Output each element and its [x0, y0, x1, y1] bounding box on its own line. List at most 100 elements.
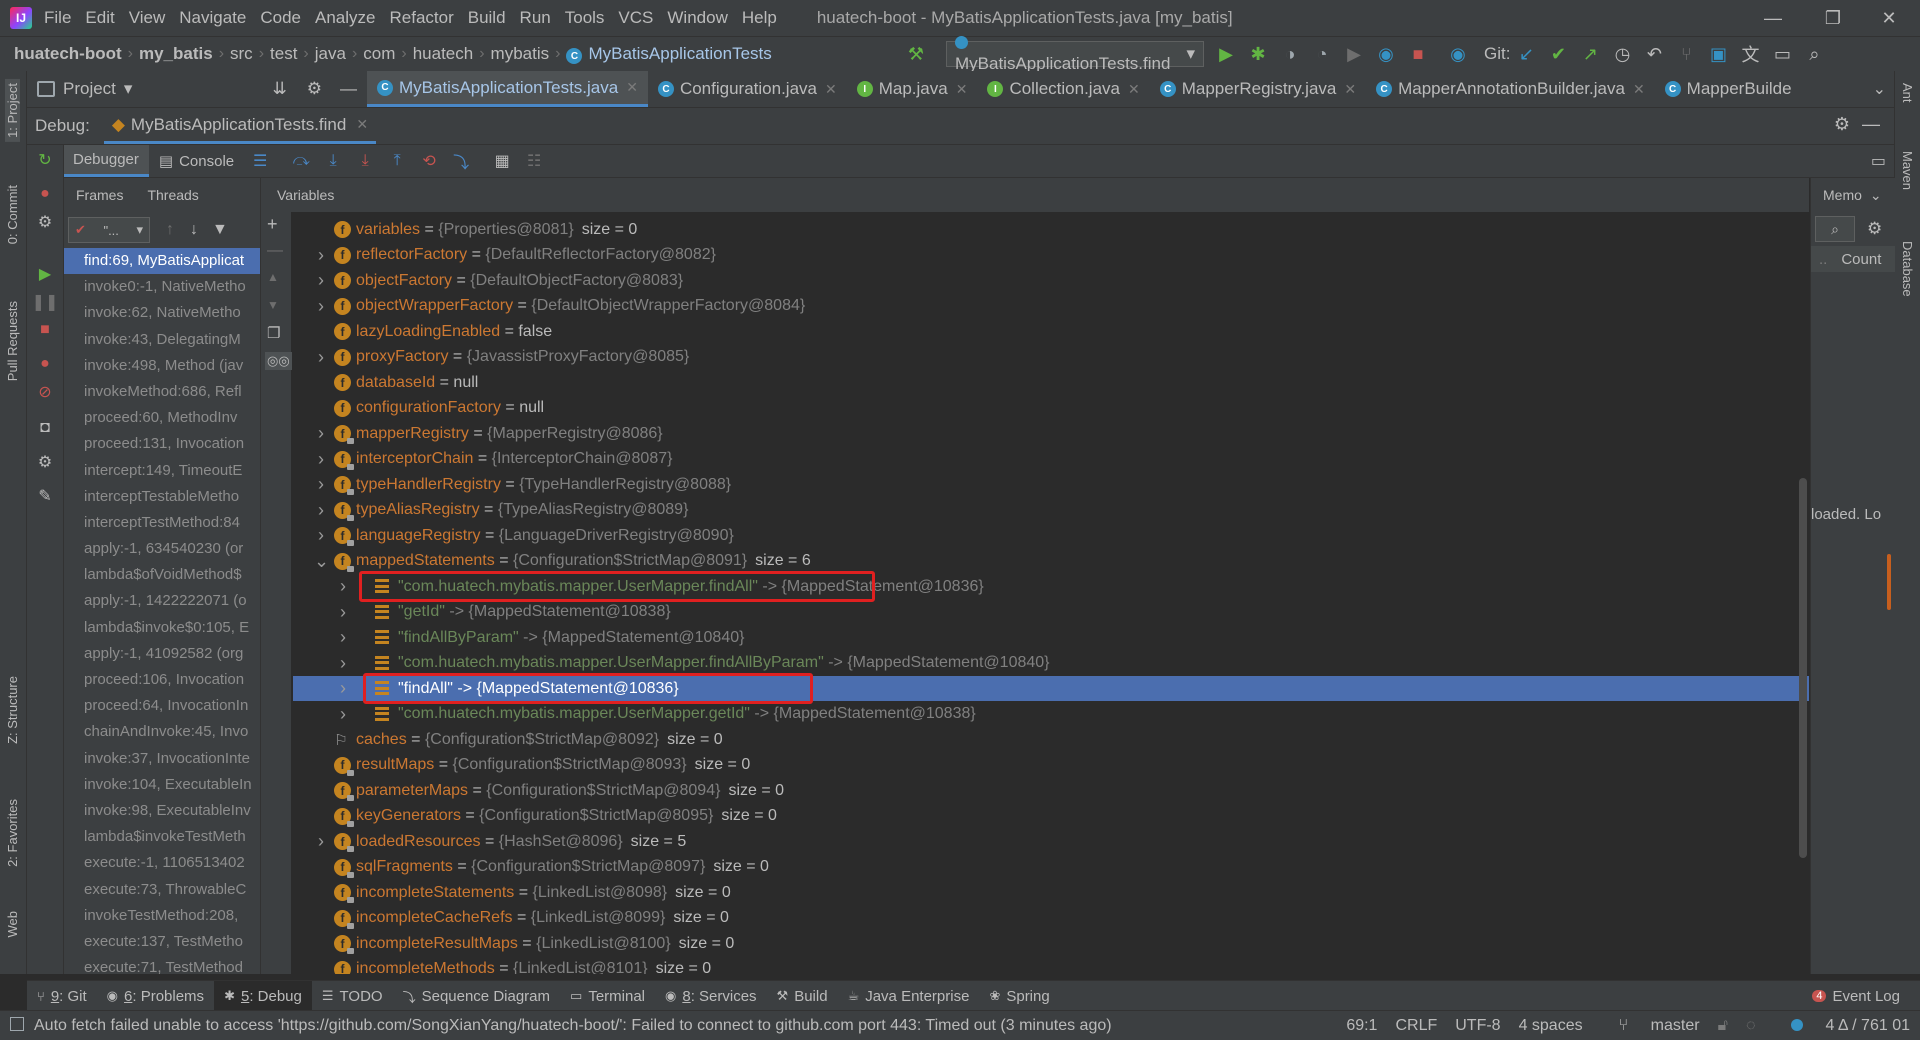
- move-up-icon[interactable]: ▲: [267, 270, 279, 284]
- bottom-tab[interactable]: ❀ Spring: [979, 981, 1059, 1011]
- frame-item[interactable]: apply:-1, 1422222071 (o: [64, 588, 260, 614]
- close-tab-icon[interactable]: ✕: [1344, 81, 1356, 98]
- frame-item[interactable]: lambda$invokeTestMeth: [64, 824, 260, 850]
- file-encoding[interactable]: UTF-8: [1455, 1017, 1500, 1035]
- expand-arrow-icon[interactable]: ›: [314, 525, 328, 546]
- expand-arrow-icon[interactable]: ›: [336, 704, 350, 725]
- variable-row[interactable]: › f typeHandlerRegistry = {TypeHandlerRegi…: [293, 472, 1809, 497]
- expand-arrow-icon[interactable]: ›: [336, 627, 350, 648]
- editor-tab[interactable]: I Collection.java ✕: [977, 71, 1149, 107]
- step-over-icon[interactable]: ⤼: [290, 150, 312, 172]
- expand-arrow-icon[interactable]: ›: [336, 576, 350, 597]
- variable-row[interactable]: › "com.huatech.mybatis.mapper.UserMapper.…: [293, 702, 1809, 727]
- add-watch-icon[interactable]: +: [267, 214, 278, 235]
- settings-icon[interactable]: ⚙: [34, 451, 56, 473]
- evaluate-expression-icon[interactable]: ▦: [491, 150, 513, 172]
- frame-item[interactable]: invoke:37, InvocationInte: [64, 746, 260, 772]
- frame-item[interactable]: apply:-1, 634540230 (or: [64, 536, 260, 562]
- breadcrumb-item[interactable]: huatech: [413, 44, 474, 64]
- help-circle-icon[interactable]: ◉: [1374, 42, 1398, 66]
- force-step-into-icon[interactable]: ⤓: [354, 150, 376, 172]
- stop-icon[interactable]: ■: [34, 319, 56, 341]
- coverage-icon[interactable]: ◑: [1278, 42, 1302, 66]
- variable-row[interactable]: › f proxyFactory = {JavassistProxyFactory@…: [293, 345, 1809, 370]
- status-toggle-icon[interactable]: [10, 1017, 24, 1031]
- frame-item[interactable]: apply:-1, 41092582 (org: [64, 641, 260, 667]
- variable-row[interactable]: ⌄ f mappedStatements = {Configuration$Stri…: [293, 549, 1809, 574]
- variables-scrollbar[interactable]: [1799, 478, 1807, 858]
- variable-row[interactable]: › f reflectorFactory = {DefaultReflectorFa…: [293, 243, 1809, 268]
- bottom-tab[interactable]: ☕ Java Enterprise: [838, 981, 980, 1011]
- variable-row[interactable]: › f languageRegistry = {LanguageDriverRegi…: [293, 523, 1809, 548]
- variable-row[interactable]: f parameterMaps = {Configuration$StrictMa…: [293, 778, 1809, 803]
- editor-tab[interactable]: I Map.java ✕: [847, 71, 978, 107]
- menu-build[interactable]: Build: [464, 8, 516, 28]
- run-icon[interactable]: ▶: [1214, 42, 1238, 66]
- variable-row[interactable]: f variables = {Properties@8081} size = 0: [293, 217, 1809, 242]
- editor-tab[interactable]: C MapperBuilde: [1655, 71, 1802, 107]
- variable-row[interactable]: › f objectFactory = {DefaultObjectFactory@…: [293, 268, 1809, 293]
- variable-row[interactable]: f incompleteCacheRefs = {LinkedList@8099}…: [293, 906, 1809, 931]
- frame-item[interactable]: lambda$ofVoidMethod$: [64, 562, 260, 588]
- project-structure-icon[interactable]: ▣: [1706, 42, 1730, 66]
- expand-arrow-icon[interactable]: ›: [336, 653, 350, 674]
- minimize-icon[interactable]: —: [1750, 0, 1796, 36]
- variable-row[interactable]: ⚐ caches = {Configuration$StrictMap@8092}…: [293, 727, 1809, 752]
- run-config-select[interactable]: MyBatisApplicationTests.find ▾: [946, 36, 1204, 73]
- bottom-tab[interactable]: ◉ 8: Services: [655, 981, 767, 1011]
- expand-arrow-icon[interactable]: ›: [314, 474, 328, 495]
- git-commit-icon[interactable]: ✔: [1546, 42, 1570, 66]
- restore-icon[interactable]: ❐: [1810, 0, 1856, 36]
- variable-row[interactable]: › "com.huatech.mybatis.mapper.UserMapper.…: [293, 651, 1809, 676]
- expand-arrow-icon[interactable]: ›: [314, 500, 328, 521]
- menu-window[interactable]: Window: [663, 8, 737, 28]
- menu-file[interactable]: File: [40, 8, 81, 28]
- breadcrumb-item[interactable]: src: [230, 44, 253, 64]
- rerun-failed-icon[interactable]: ●: [34, 183, 56, 205]
- git-push-icon[interactable]: ↗: [1578, 42, 1602, 66]
- frame-item[interactable]: interceptTestMethod:84: [64, 510, 260, 536]
- editor-tab[interactable]: C MyBatisApplicationTests.java ✕: [367, 71, 648, 107]
- build-hammer-icon[interactable]: ⚒: [904, 42, 928, 66]
- stripe-pull-requests[interactable]: Pull Requests: [5, 301, 20, 381]
- variable-row[interactable]: › f typeAliasRegistry = {TypeAliasRegistry…: [293, 498, 1809, 523]
- variable-row[interactable]: f resultMaps = {Configuration$StrictMap@8…: [293, 753, 1809, 778]
- variable-row[interactable]: f incompleteMethods = {LinkedList@8101} si…: [293, 957, 1809, 974]
- expand-arrow-icon[interactable]: ›: [314, 347, 328, 368]
- stripe-database[interactable]: Database: [1900, 241, 1915, 297]
- remove-watch-icon[interactable]: —: [267, 242, 283, 260]
- menu-navigate[interactable]: Navigate: [175, 8, 256, 28]
- drop-frame-icon[interactable]: ⟲: [418, 150, 440, 172]
- down-arrow-icon[interactable]: ↓: [190, 221, 198, 239]
- frame-item[interactable]: lambda$invoke$0:105, E: [64, 615, 260, 641]
- variable-row[interactable]: f databaseId = null: [293, 370, 1809, 395]
- caret-position[interactable]: 69:1: [1346, 1017, 1377, 1035]
- trace-icon[interactable]: ☷: [523, 150, 545, 172]
- stripe-maven[interactable]: Maven: [1900, 151, 1915, 190]
- bottom-tab[interactable]: ⤵ Sequence Diagram: [393, 981, 560, 1011]
- frame-item[interactable]: invoke:98, ExecutableInv: [64, 798, 260, 824]
- editor-tab[interactable]: C MapperAnnotationBuilder.java ✕: [1366, 71, 1655, 107]
- frame-item[interactable]: proceed:106, Invocation: [64, 667, 260, 693]
- breadcrumb-item[interactable]: C MyBatisApplicationTests: [566, 44, 772, 65]
- mute-breakpoints-icon[interactable]: ⊘: [34, 381, 56, 403]
- expand-arrow-icon[interactable]: ›: [314, 449, 328, 470]
- move-down-icon[interactable]: ▼: [267, 298, 279, 312]
- gear-icon[interactable]: ⚙: [1867, 219, 1882, 239]
- status-message[interactable]: Auto fetch failed unable to access 'http…: [34, 1017, 1112, 1035]
- bottom-tab[interactable]: ◉ 6: Problems: [97, 981, 214, 1011]
- menu-edit[interactable]: Edit: [81, 8, 124, 28]
- close-tab-icon[interactable]: ✕: [956, 81, 968, 98]
- git-update-icon[interactable]: ↙: [1514, 42, 1538, 66]
- close-tab-icon[interactable]: ✕: [825, 81, 837, 98]
- expand-arrow-icon[interactable]: ›: [314, 296, 328, 317]
- tabs-overflow-icon[interactable]: ⌄: [1873, 79, 1886, 99]
- tab-debugger[interactable]: Debugger: [63, 145, 149, 177]
- close-window-icon[interactable]: ✕: [1866, 0, 1912, 36]
- translate-icon[interactable]: 文: [1738, 42, 1762, 66]
- close-tab-icon[interactable]: ✕: [626, 79, 638, 96]
- bottom-tab[interactable]: ▭ Terminal: [560, 981, 655, 1011]
- lock-icon[interactable]: 🔓︎: [1718, 1017, 1728, 1035]
- debug-session-tab[interactable]: ◆ MyBatisApplicationTests.find ✕: [103, 108, 377, 144]
- stripe-project[interactable]: 1: Project: [5, 79, 20, 142]
